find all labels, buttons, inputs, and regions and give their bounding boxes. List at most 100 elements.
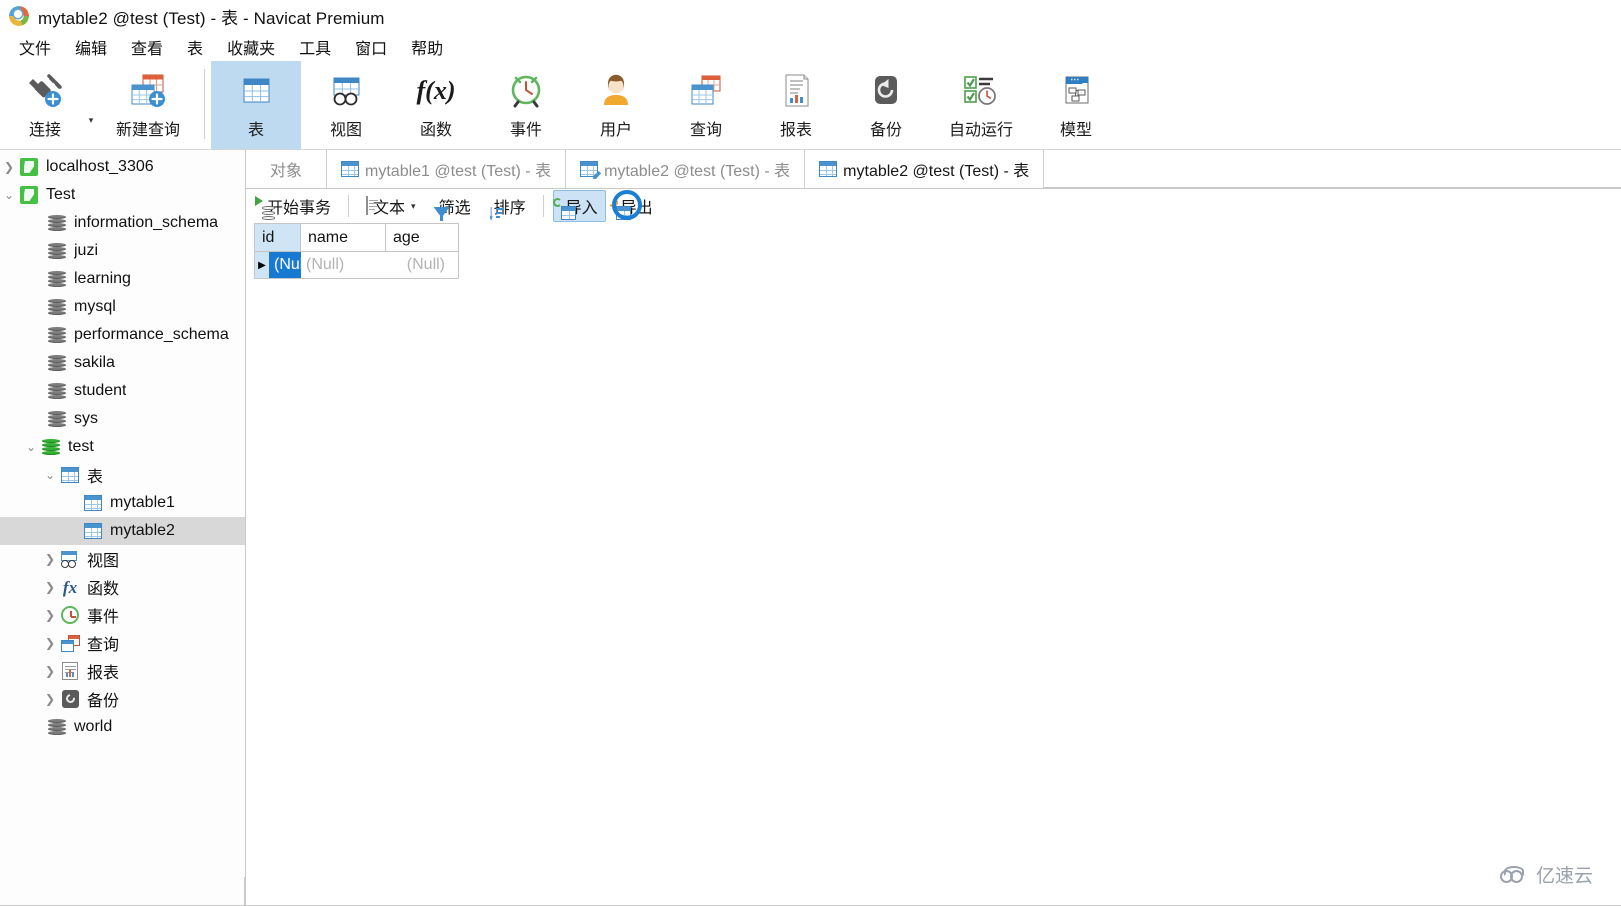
chevron-right-icon[interactable]: ❯	[41, 552, 59, 566]
table-icon	[59, 465, 81, 485]
toolbar-button-query[interactable]: 查询	[661, 61, 751, 149]
tree-label: performance_schema	[74, 326, 229, 344]
tree-item-learning[interactable]: learning	[0, 265, 245, 293]
menu-view[interactable]: 查看	[119, 33, 175, 61]
tree-item-mysql[interactable]: mysql	[0, 293, 245, 321]
table-icon	[234, 69, 278, 113]
toolbar-label-view: 视图	[330, 116, 362, 140]
tree-item-tables-folder[interactable]: ⌄ 表	[0, 461, 245, 489]
database-icon	[46, 325, 68, 345]
table-icon	[819, 161, 837, 177]
content-area: 对象 mytable1 @test (Test) - 表 mytable2 @t…	[246, 150, 1621, 906]
tree-item-test-connection[interactable]: ⌄ Test	[0, 181, 245, 209]
cell-name[interactable]: (Null)	[301, 252, 385, 278]
table-icon	[341, 161, 359, 177]
begin-transaction-label: 开始事务	[267, 194, 331, 218]
tree-item-sakila[interactable]: sakila	[0, 349, 245, 377]
text-button[interactable]: 文本 ▾	[358, 190, 424, 222]
tab-objects-label: 对象	[270, 157, 302, 181]
menu-file[interactable]: 文件	[7, 33, 63, 61]
cell-id[interactable]: (Null)	[269, 252, 301, 278]
column-header-id[interactable]: id	[255, 224, 301, 251]
tab-mytable2-data[interactable]: mytable2 @test (Test) - 表	[805, 150, 1044, 188]
menu-bar: 文件 编辑 查看 表 收藏夹 工具 窗口 帮助	[0, 33, 1621, 61]
tree-item-queries-folder[interactable]: ❯ 查询	[0, 629, 245, 657]
tree-label: 表	[87, 463, 103, 487]
backup-icon	[59, 689, 81, 709]
window-title: mytable2 @test (Test) - 表 - Navicat Prem…	[38, 4, 385, 29]
tree-item-information-schema[interactable]: information_schema	[0, 209, 245, 237]
grid-toolbar-separator	[348, 195, 349, 217]
toolbar-button-report[interactable]: 报表	[751, 61, 841, 149]
menu-help[interactable]: 帮助	[399, 33, 455, 61]
tree-item-functions-folder[interactable]: ❯ fx 函数	[0, 573, 245, 601]
export-button[interactable]: 导出	[608, 190, 661, 222]
tree-item-student[interactable]: student	[0, 377, 245, 405]
tree-item-localhost-3306[interactable]: ❯ localhost_3306	[0, 153, 245, 181]
tab-mytable1[interactable]: mytable1 @test (Test) - 表	[327, 150, 566, 188]
menu-favorites[interactable]: 收藏夹	[215, 33, 287, 61]
cell-age[interactable]: (Null)	[385, 252, 458, 278]
data-grid: id name age ▶ (Null) (Null) (Null)	[254, 223, 459, 279]
tree-item-reports-folder[interactable]: ❯ 报表	[0, 657, 245, 685]
toolbar-button-backup[interactable]: 备份	[841, 61, 931, 149]
grid-toolbar-separator	[543, 195, 544, 217]
table-row[interactable]: ▶ (Null) (Null) (Null)	[255, 252, 458, 278]
toolbar-button-event[interactable]: 事件	[481, 61, 571, 149]
toolbar-button-model[interactable]: 模型	[1031, 61, 1121, 149]
column-header-name[interactable]: name	[301, 224, 386, 251]
toolbar-button-view[interactable]: 视图	[301, 61, 391, 149]
chevron-right-icon[interactable]: ❯	[41, 692, 59, 706]
menu-table[interactable]: 表	[175, 33, 215, 61]
tree-item-backups-folder[interactable]: ❯ 备份	[0, 685, 245, 713]
menu-edit[interactable]: 编辑	[63, 33, 119, 61]
chevron-right-icon[interactable]: ❯	[41, 636, 59, 650]
tree-item-views-folder[interactable]: ❯ 视图	[0, 545, 245, 573]
tab-mytable2-design[interactable]: mytable2 @test (Test) - 表	[566, 150, 805, 188]
toolbar-button-new-query[interactable]: 新建查询	[98, 61, 198, 149]
chevron-right-icon[interactable]: ❯	[41, 580, 59, 594]
tree-label: mytable2	[110, 522, 175, 540]
tree-item-mytable2[interactable]: mytable2	[0, 517, 245, 545]
import-button[interactable]: 导入	[553, 190, 606, 222]
tree-item-sys[interactable]: sys	[0, 405, 245, 433]
tree-label: world	[74, 718, 112, 736]
toolbar-button-table[interactable]: 表	[211, 61, 301, 149]
backup-icon	[864, 69, 908, 113]
toolbar-button-automation[interactable]: 自动运行	[931, 61, 1031, 149]
chevron-down-icon[interactable]: ⌄	[41, 468, 59, 482]
chevron-right-icon[interactable]: ❯	[41, 608, 59, 622]
menu-window[interactable]: 窗口	[343, 33, 399, 61]
toolbar-button-user[interactable]: 用户	[571, 61, 661, 149]
tree-label: mysql	[74, 298, 116, 316]
tree-item-events-folder[interactable]: ❯ 事件	[0, 601, 245, 629]
toolbar-label-table: 表	[248, 116, 264, 140]
toolbar-button-connection[interactable]: 连接	[6, 61, 84, 149]
chevron-down-icon[interactable]: ▾	[411, 201, 416, 212]
chevron-down-icon[interactable]: ⌄	[22, 440, 40, 454]
tree-label: information_schema	[74, 214, 218, 232]
tree-item-mytable1[interactable]: mytable1	[0, 489, 245, 517]
begin-transaction-button[interactable]: 开始事务	[254, 190, 339, 222]
tree-label: learning	[74, 270, 131, 288]
toolbar-button-function[interactable]: f(x) 函数	[391, 61, 481, 149]
chevron-right-icon[interactable]: ❯	[0, 160, 18, 174]
view-icon	[59, 549, 81, 569]
chevron-right-icon[interactable]: ❯	[41, 664, 59, 678]
tree-item-performance-schema[interactable]: performance_schema	[0, 321, 245, 349]
column-header-age[interactable]: age	[386, 224, 458, 251]
tree-item-juzi[interactable]: juzi	[0, 237, 245, 265]
chevron-down-icon[interactable]: ▾	[84, 61, 98, 149]
tree-label: 函数	[87, 575, 119, 599]
tab-objects[interactable]: 对象	[246, 150, 327, 188]
menu-tools[interactable]: 工具	[287, 33, 343, 61]
sort-label: 排序	[494, 194, 526, 218]
sidebar-bottom-filler	[0, 877, 245, 905]
sort-button[interactable]: 排序	[481, 190, 534, 222]
filter-button[interactable]: 筛选	[426, 190, 479, 222]
tree-item-world[interactable]: world	[0, 713, 245, 741]
chevron-down-icon[interactable]: ⌄	[0, 188, 18, 202]
tree-label: 查询	[87, 631, 119, 655]
tree-item-test-database[interactable]: ⌄ test	[0, 433, 245, 461]
watermark: 亿速云	[1500, 861, 1593, 888]
